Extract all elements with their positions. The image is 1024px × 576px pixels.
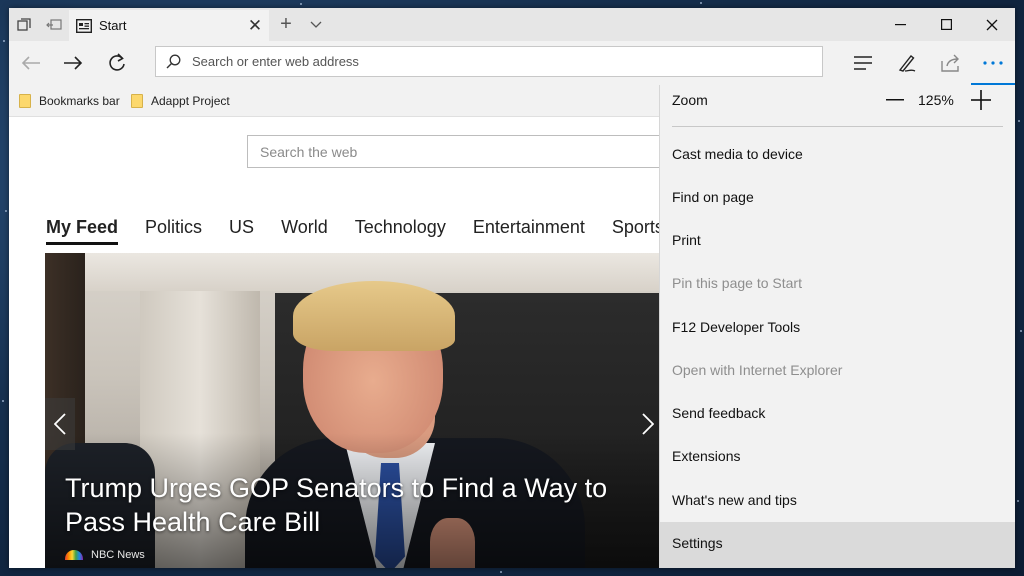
menu-item-print[interactable]: Print xyxy=(660,219,1015,262)
source-label: NBC News xyxy=(91,549,145,561)
carousel-prev-button[interactable] xyxy=(45,398,75,450)
menu-item-open-with-ie: Open with Internet Explorer xyxy=(672,362,843,378)
nbc-peacock-icon xyxy=(65,550,83,560)
feed-tab-us[interactable]: US xyxy=(229,217,254,245)
zoom-out-button[interactable] xyxy=(882,85,908,115)
address-input[interactable] xyxy=(190,53,822,70)
favorite-label: Adappt Project xyxy=(151,94,230,108)
start-page-icon xyxy=(69,18,99,33)
more-dots-icon xyxy=(983,61,1003,65)
web-note-pen-icon[interactable] xyxy=(885,41,929,85)
more-actions-button[interactable] xyxy=(971,41,1015,85)
folder-icon xyxy=(131,94,143,108)
feed-tabs: My Feed Politics US World Technology Ent… xyxy=(46,217,691,245)
feed-tab-politics[interactable]: Politics xyxy=(145,217,202,245)
zoom-value: 125% xyxy=(918,92,954,108)
new-tab-icon[interactable]: + xyxy=(271,8,301,41)
zoom-label: Zoom xyxy=(672,92,708,108)
tab-start[interactable]: Start ✕ xyxy=(69,10,269,41)
close-tab-icon[interactable]: ✕ xyxy=(241,16,269,36)
restore-tabs-icon[interactable] xyxy=(39,8,69,41)
share-icon[interactable] xyxy=(929,41,973,85)
menu-separator xyxy=(672,126,1003,127)
tabs-aside-icon[interactable] xyxy=(9,8,39,41)
menu-item-extensions[interactable]: Extensions xyxy=(660,435,1015,478)
forward-button[interactable] xyxy=(51,41,95,85)
feed-tab-world[interactable]: World xyxy=(281,217,328,245)
menu-item-developer-tools[interactable]: F12 Developer Tools xyxy=(660,306,1015,349)
feed-tab-technology[interactable]: Technology xyxy=(355,217,446,245)
feed-tab-entertainment[interactable]: Entertainment xyxy=(473,217,585,245)
search-web-box[interactable] xyxy=(247,135,677,168)
favorite-bookmarks-bar[interactable]: Bookmarks bar xyxy=(19,85,120,117)
zoom-row: Zoom 125% xyxy=(660,85,1015,125)
favorite-adappt-project[interactable]: Adappt Project xyxy=(131,85,230,117)
refresh-button[interactable] xyxy=(95,41,139,85)
menu-item-cast-media[interactable]: Cast media to device xyxy=(660,133,1015,176)
search-web-input[interactable] xyxy=(258,142,676,161)
close-window-button[interactable] xyxy=(969,8,1015,41)
tab-title: Start xyxy=(99,18,127,33)
back-button[interactable] xyxy=(9,41,53,85)
menu-item-whats-new[interactable]: What's new and tips xyxy=(660,479,1015,522)
browser-window: Start ✕ + Search or enter web address Bo… xyxy=(9,8,1015,568)
folder-icon xyxy=(19,94,31,108)
menu-item-send-feedback[interactable]: Send feedback xyxy=(660,392,1015,435)
hero-news-card[interactable]: Trump Urges GOP Senators to Find a Way t… xyxy=(45,253,665,568)
zoom-in-button[interactable] xyxy=(968,85,994,115)
chevron-left-icon xyxy=(54,413,66,435)
navigation-bar xyxy=(9,41,1015,85)
favorite-label: Bookmarks bar xyxy=(39,94,120,108)
address-bar[interactable] xyxy=(155,46,823,77)
chevron-right-icon xyxy=(642,413,654,435)
more-actions-menu: Zoom 125% Cast media to device Find on p… xyxy=(659,85,1015,568)
headline[interactable]: Trump Urges GOP Senators to Find a Way t… xyxy=(65,471,625,539)
feed-tab-my-feed[interactable]: My Feed xyxy=(46,217,119,245)
search-icon xyxy=(156,54,190,69)
hub-icon[interactable] xyxy=(841,41,885,85)
minimize-button[interactable] xyxy=(877,8,923,41)
menu-item-pin-to-start: Pin this page to Start xyxy=(672,275,802,291)
menu-item-find-on-page[interactable]: Find on page xyxy=(660,176,1015,219)
menu-item-settings[interactable]: Settings xyxy=(660,522,1015,568)
chevron-down-icon[interactable] xyxy=(301,8,331,41)
title-bar: Start ✕ + xyxy=(9,8,1015,41)
news-source: NBC News xyxy=(65,549,145,561)
maximize-button[interactable] xyxy=(923,8,969,41)
feed-tab-sports[interactable]: Sports xyxy=(612,217,664,245)
